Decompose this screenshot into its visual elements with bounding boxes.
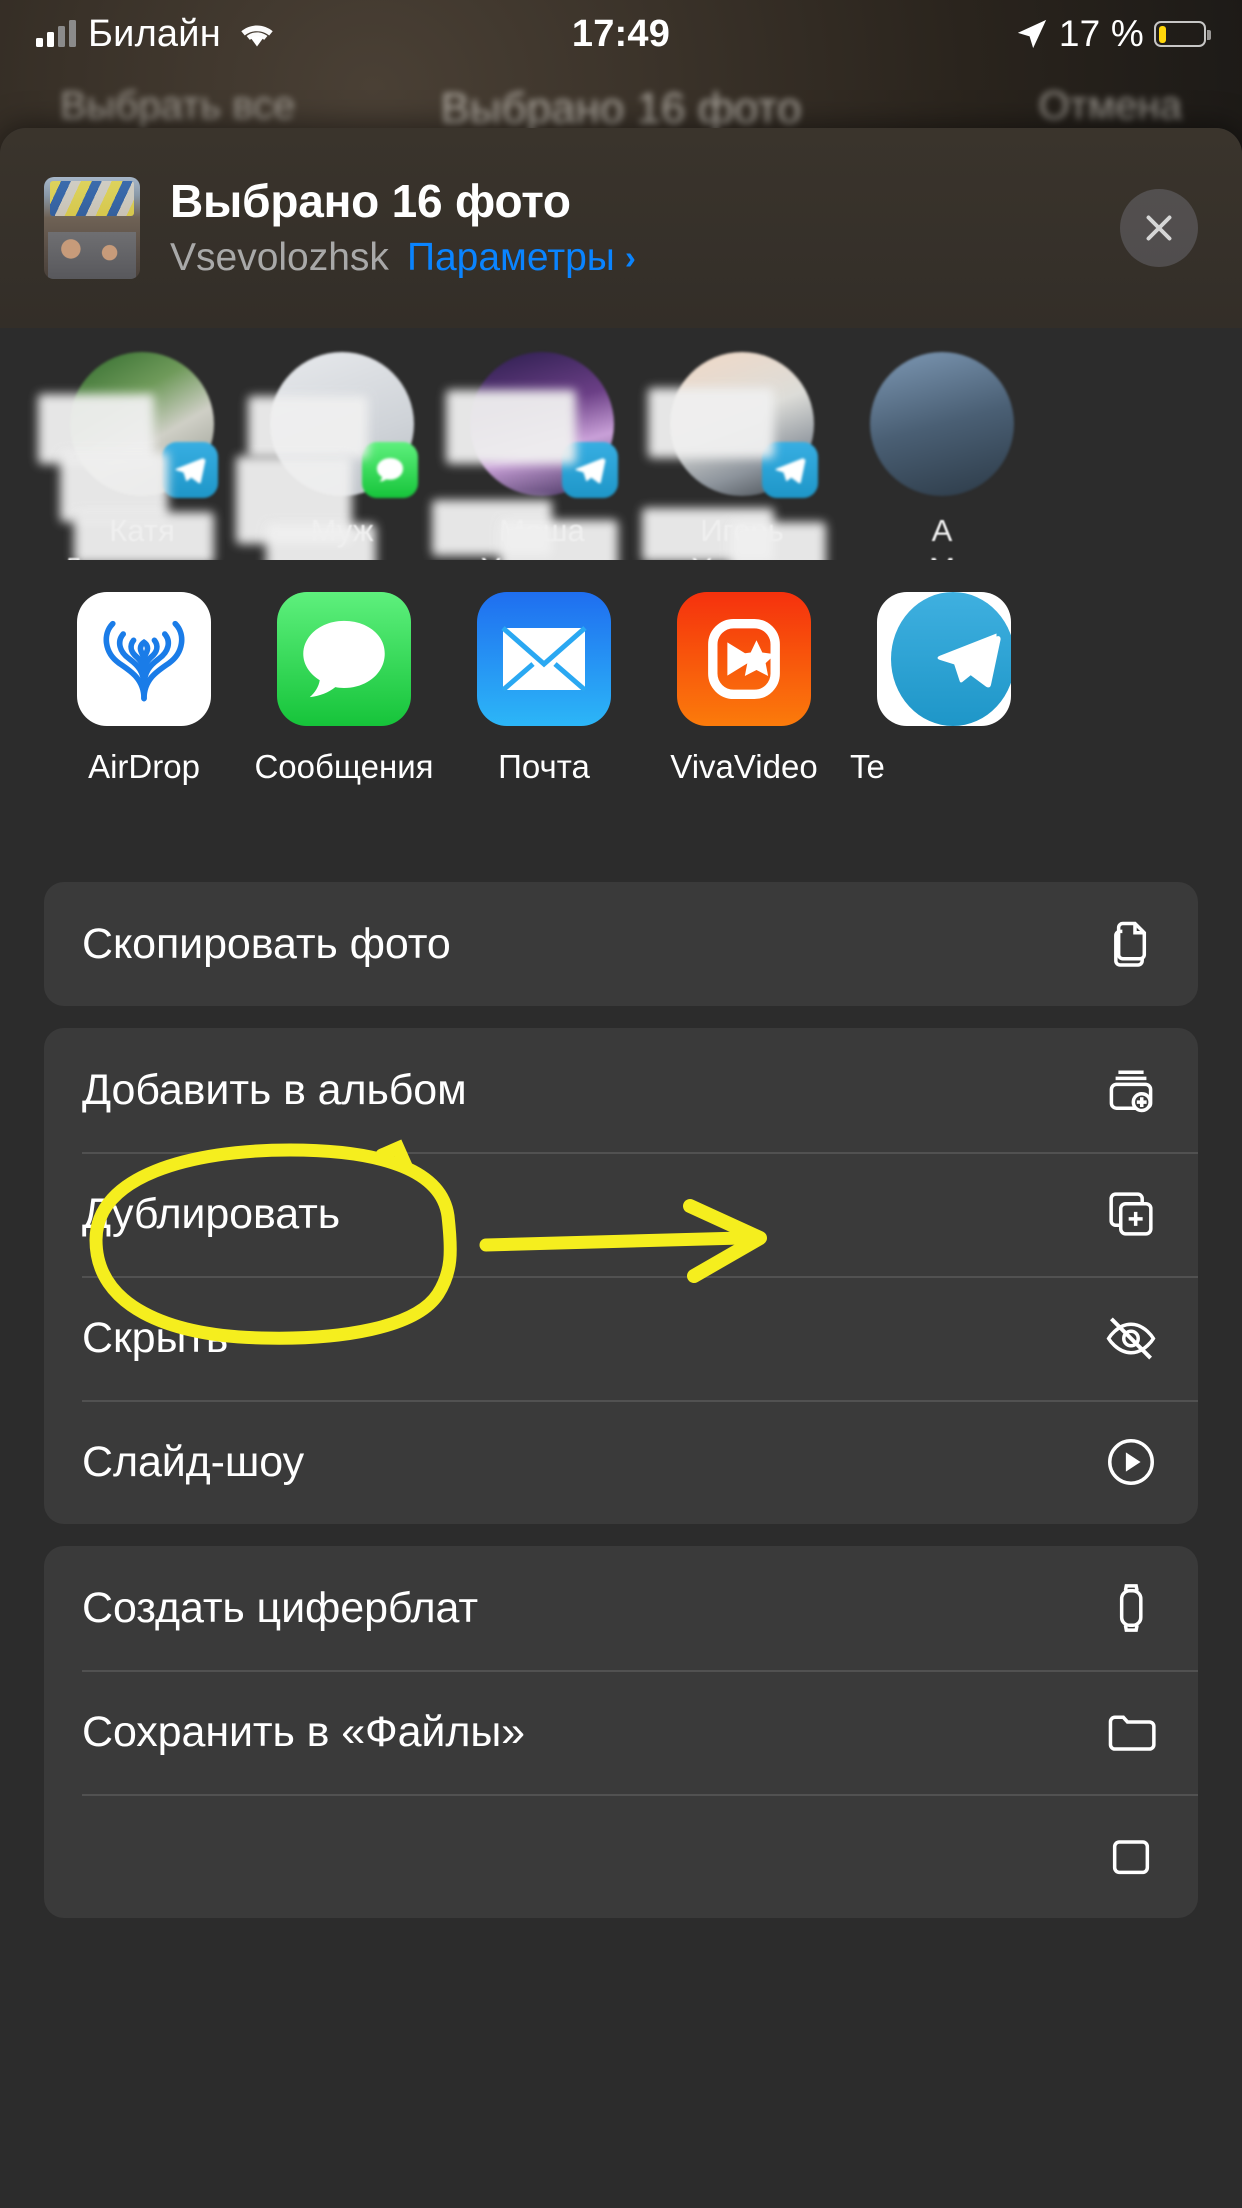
telegram-icon: [162, 442, 218, 498]
action-label: Создать циферблат: [82, 1583, 478, 1632]
apps-row[interactable]: AirDrop Сообщения Почта VivaVideo Te: [0, 560, 1242, 860]
airdrop-icon: [77, 592, 211, 726]
contact-item[interactable]: Муж: [236, 352, 442, 560]
action-label: Слайд-шоу: [82, 1437, 305, 1486]
close-button[interactable]: [1120, 189, 1198, 267]
action-row-duplicate[interactable]: Дублировать: [44, 1152, 1198, 1276]
app-label: VivaVideo: [670, 748, 818, 785]
backdrop-cancel: Отмена: [1038, 84, 1182, 128]
partial-icon: [1100, 1825, 1162, 1887]
action-label: Скрыть: [82, 1313, 229, 1362]
status-bar: Билайн 17:49 17 %: [0, 0, 1242, 68]
eye-slash-icon: [1100, 1307, 1162, 1369]
location-label: Vsevolozhsk: [170, 235, 389, 279]
contact-item[interactable]: МашаУченица: [432, 352, 642, 560]
action-label: Сохранить в «Файлы»: [82, 1707, 525, 1756]
action-row-create-watch-face[interactable]: Создать циферблат: [44, 1546, 1198, 1670]
app-label: Сообщения: [254, 748, 434, 785]
carrier-name: Билайн: [88, 12, 221, 55]
action-group-1: Скопировать фото: [44, 882, 1198, 1006]
action-label: Скопировать фото: [82, 919, 451, 968]
action-row-add-to-album[interactable]: Добавить в альбом: [44, 1028, 1198, 1152]
action-row-partial[interactable]: [44, 1794, 1198, 1918]
app-item-vivavideo[interactable]: VivaVideo: [644, 592, 844, 786]
action-group-2: Добавить в альбом Дублировать Скрыть Сла…: [44, 1028, 1198, 1524]
contact-item[interactable]: КатяДомрачева: [38, 352, 242, 560]
close-icon: [1146, 215, 1172, 241]
watch-face-icon: [1100, 1577, 1162, 1639]
action-row-save-to-files[interactable]: Сохранить в «Файлы»: [44, 1670, 1198, 1794]
add-to-album-icon: [1100, 1059, 1162, 1121]
options-label: Параметры: [406, 235, 615, 279]
duplicate-icon: [1100, 1183, 1162, 1245]
copy-icon: [1100, 913, 1162, 975]
action-row-copy-photos[interactable]: Скопировать фото: [44, 882, 1198, 1006]
app-item-telegram[interactable]: Te: [844, 592, 1044, 786]
page-title: Выбрано 16 фото: [170, 175, 571, 228]
wifi-icon: [237, 19, 277, 49]
share-sheet: Выбрано 16 фото Vsevolozhsk Параметры ›: [0, 128, 1242, 2208]
contact-item[interactable]: ИгорьУченик: [642, 352, 842, 560]
contacts-row[interactable]: КатяДомрачева Муж: [0, 328, 1242, 560]
app-label: Почта: [498, 748, 590, 785]
messages-icon: [277, 592, 411, 726]
messages-icon: [362, 442, 418, 498]
action-row-hide[interactable]: Скрыть: [44, 1276, 1198, 1400]
app-item-mail[interactable]: Почта: [444, 592, 644, 786]
photo-thumbnail: [44, 177, 140, 279]
contact-item[interactable]: АМ: [842, 352, 1042, 560]
contact-name: АМ: [929, 513, 955, 560]
location-arrow-icon: [1015, 17, 1049, 51]
action-label: Добавить в альбом: [82, 1065, 467, 1114]
app-item-messages[interactable]: Сообщения: [244, 592, 444, 786]
cellular-bars-icon: [36, 20, 76, 47]
action-group-3: Создать циферблат Сохранить в «Файлы»: [44, 1546, 1198, 1918]
action-row-slideshow[interactable]: Слайд-шоу: [44, 1400, 1198, 1524]
options-button[interactable]: Параметры ›: [407, 236, 636, 280]
app-label: Te: [850, 748, 885, 785]
battery-low-icon: [1154, 21, 1211, 47]
vivavideo-icon: [677, 592, 811, 726]
mail-icon: [477, 592, 611, 726]
share-sheet-header: Выбрано 16 фото Vsevolozhsk Параметры ›: [0, 128, 1242, 328]
play-circle-icon: [1100, 1431, 1162, 1493]
telegram-icon: [877, 592, 1011, 726]
chevron-right-icon: ›: [624, 238, 636, 276]
app-label: AirDrop: [88, 748, 200, 785]
action-label: Дублировать: [82, 1189, 341, 1238]
folder-icon: [1100, 1701, 1162, 1763]
battery-percent: 17 %: [1058, 13, 1144, 54]
app-item-airdrop[interactable]: AirDrop: [44, 592, 244, 786]
